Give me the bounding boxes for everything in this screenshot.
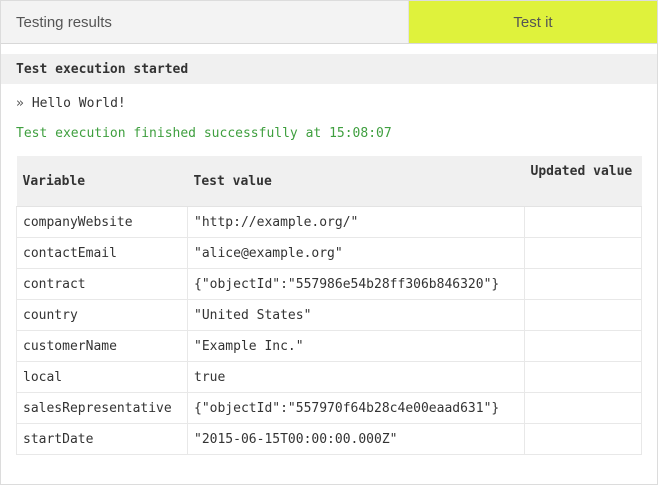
table-row: local true bbox=[16, 361, 642, 393]
test-value-cell: "Example Inc." bbox=[187, 330, 525, 362]
variable-cell: country bbox=[16, 299, 188, 331]
table-row: companyWebsite "http://example.org/" bbox=[16, 206, 642, 238]
variable-cell: contactEmail bbox=[16, 237, 188, 269]
panel-header: Testing results Test it bbox=[1, 1, 657, 44]
test-value-cell: {"objectId":"557986e54b28ff306b846320"} bbox=[187, 268, 525, 300]
updated-value-cell bbox=[524, 237, 642, 269]
test-value-cell: true bbox=[187, 361, 525, 393]
testing-results-panel: Testing results Test it Test execution s… bbox=[0, 0, 658, 485]
updated-value-cell bbox=[524, 206, 642, 238]
variable-cell: startDate bbox=[16, 423, 188, 455]
output-line: » Hello World! bbox=[1, 96, 657, 111]
execution-section-header: Test execution started bbox=[1, 54, 657, 84]
test-it-button[interactable]: Test it bbox=[409, 1, 657, 43]
updated-value-cell bbox=[524, 423, 642, 455]
variable-cell: companyWebsite bbox=[16, 206, 188, 238]
column-header-updated-value: Updated value bbox=[524, 156, 642, 207]
updated-value-cell bbox=[524, 299, 642, 331]
chevron-right-icon: » bbox=[16, 96, 24, 111]
column-header-test-value: Test value bbox=[187, 156, 525, 207]
updated-value-cell bbox=[524, 361, 642, 393]
test-value-cell: "alice@example.org" bbox=[187, 237, 525, 269]
table-row: customerName "Example Inc." bbox=[16, 330, 642, 362]
updated-value-cell bbox=[524, 330, 642, 362]
test-value-cell: "United States" bbox=[187, 299, 525, 331]
variable-cell: local bbox=[16, 361, 188, 393]
variable-cell: salesRepresentative bbox=[16, 392, 188, 424]
table-header-row: Variable Test value Updated value bbox=[16, 156, 642, 207]
table-row: contract {"objectId":"557986e54b28ff306b… bbox=[16, 268, 642, 300]
variable-cell: contract bbox=[16, 268, 188, 300]
test-value-cell: {"objectId":"557970f64b28c4e00eaad631"} bbox=[187, 392, 525, 424]
table-row: startDate "2015-06-15T00:00:00.000Z" bbox=[16, 423, 642, 455]
success-status: Test execution finished successfully at … bbox=[16, 126, 392, 141]
table-row: salesRepresentative {"objectId":"557970f… bbox=[16, 392, 642, 424]
column-header-variable: Variable bbox=[16, 156, 188, 207]
updated-value-cell bbox=[524, 268, 642, 300]
output-message: Hello World! bbox=[31, 96, 126, 111]
updated-value-cell bbox=[524, 392, 642, 424]
variable-cell: customerName bbox=[16, 330, 188, 362]
panel-title: Testing results bbox=[1, 1, 409, 43]
variables-table: Variable Test value Updated value compan… bbox=[16, 156, 642, 455]
table-row: contactEmail "alice@example.org" bbox=[16, 237, 642, 269]
test-value-cell: "http://example.org/" bbox=[187, 206, 525, 238]
test-value-cell: "2015-06-15T00:00:00.000Z" bbox=[187, 423, 525, 455]
table-row: country "United States" bbox=[16, 299, 642, 331]
